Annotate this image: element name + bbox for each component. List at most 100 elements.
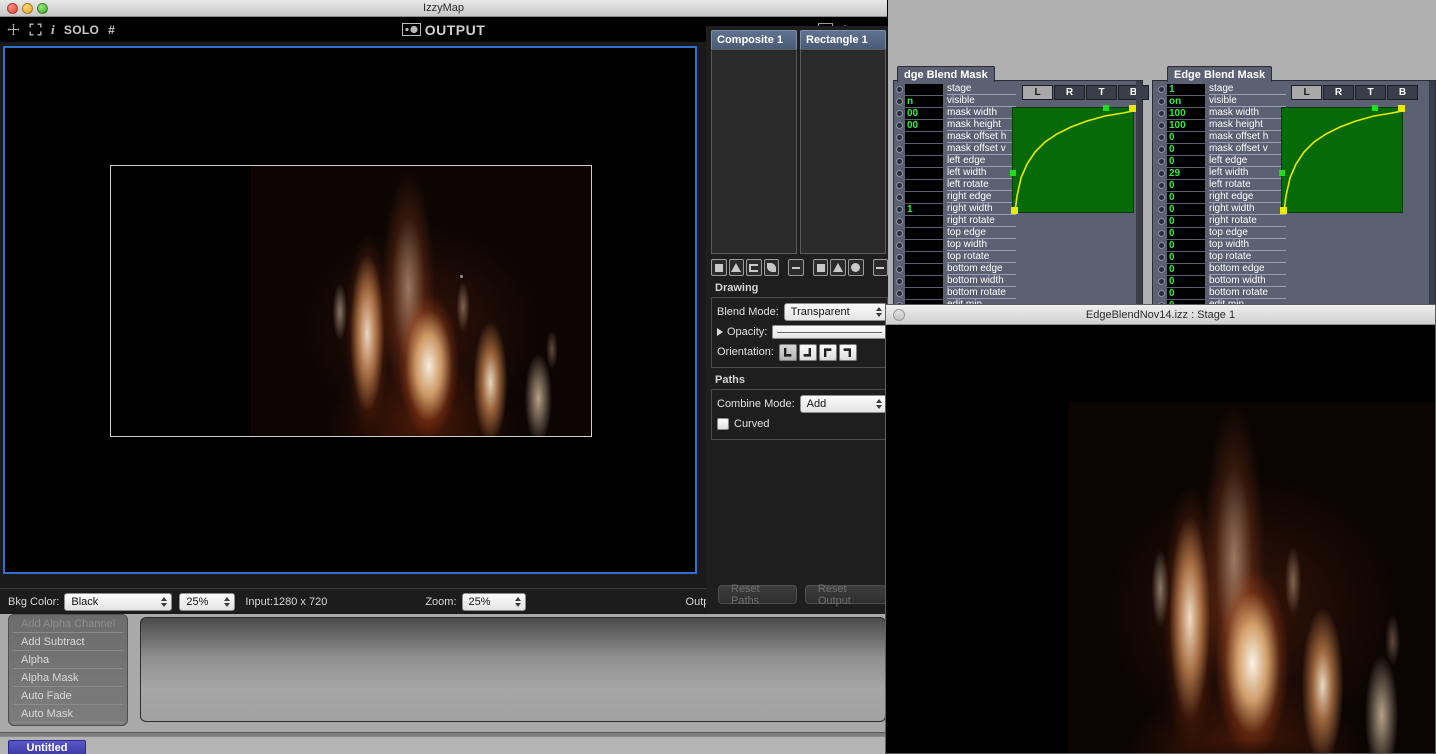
orientation-bottom-right-icon[interactable] xyxy=(798,343,817,361)
list-item[interactable]: Auto Mask xyxy=(13,705,123,723)
param-row[interactable]: 0 bottom width xyxy=(1156,275,1286,287)
param-dot-icon[interactable] xyxy=(1158,277,1165,285)
param-value[interactable]: 0 xyxy=(1167,143,1205,155)
zoom-select[interactable]: 25% xyxy=(461,592,526,611)
reset-paths-button[interactable]: Reset Paths xyxy=(718,583,797,607)
param-row[interactable]: top width xyxy=(894,239,1016,251)
param-dot-icon[interactable] xyxy=(896,217,903,225)
opacity-slider[interactable] xyxy=(772,325,887,339)
edge-tab-right[interactable]: R xyxy=(1323,85,1354,100)
param-row[interactable]: 0 mask offset v xyxy=(1156,143,1286,155)
param-row[interactable]: mask offset h xyxy=(894,131,1016,143)
param-value[interactable] xyxy=(905,215,943,227)
param-value[interactable]: 0 xyxy=(1167,155,1205,167)
param-dot-icon[interactable] xyxy=(896,109,903,117)
param-value[interactable]: 00 xyxy=(905,119,943,131)
param-value[interactable]: 0 xyxy=(1167,275,1205,287)
edge-tab-left[interactable]: L xyxy=(1022,85,1053,100)
param-value[interactable] xyxy=(905,227,943,239)
param-value[interactable] xyxy=(905,191,943,203)
orientation-top-right-icon[interactable] xyxy=(838,343,857,361)
param-row[interactable]: n visible xyxy=(894,95,1016,107)
curve-handle-left[interactable] xyxy=(1279,170,1285,176)
list-item[interactable]: Alpha Mask xyxy=(13,669,123,687)
tab-untitled[interactable]: Untitled xyxy=(8,740,86,754)
edge-curve-editor-2[interactable] xyxy=(1279,105,1405,214)
layer-body-composite[interactable] xyxy=(711,49,797,254)
param-row[interactable]: 0 mask offset h xyxy=(1156,131,1286,143)
param-value[interactable] xyxy=(905,275,943,287)
edge-tab-bottom[interactable]: B xyxy=(1118,85,1149,100)
edge-tab-top[interactable]: T xyxy=(1355,85,1386,100)
param-value[interactable] xyxy=(905,83,943,95)
param-dot-icon[interactable] xyxy=(1158,169,1165,177)
curve-endpoint-end[interactable] xyxy=(1129,105,1136,112)
param-dot-icon[interactable] xyxy=(896,157,903,165)
leaf-icon[interactable] xyxy=(763,259,780,276)
param-row[interactable]: bottom width xyxy=(894,275,1016,287)
param-row[interactable]: 0 left edge xyxy=(1156,155,1286,167)
param-value[interactable]: 0 xyxy=(1167,227,1205,239)
param-dot-icon[interactable] xyxy=(896,241,903,249)
stage-canvas[interactable] xyxy=(886,325,1435,753)
param-dot-icon[interactable] xyxy=(1158,121,1165,129)
param-value[interactable] xyxy=(905,263,943,275)
param-value[interactable]: 0 xyxy=(1167,191,1205,203)
param-value[interactable]: 1 xyxy=(1167,83,1205,95)
param-value[interactable] xyxy=(905,131,943,143)
preview-frame[interactable] xyxy=(110,165,592,437)
param-value[interactable]: n xyxy=(905,95,943,107)
triangle-icon[interactable] xyxy=(830,259,846,276)
param-value[interactable] xyxy=(905,167,943,179)
param-value[interactable]: on xyxy=(1167,95,1205,107)
curve-handle-top[interactable] xyxy=(1103,105,1109,111)
param-value[interactable]: 0 xyxy=(1167,239,1205,251)
bkg-color-select[interactable]: Black xyxy=(64,592,173,611)
c-shape-icon[interactable] xyxy=(746,259,762,276)
param-dot-icon[interactable] xyxy=(1158,289,1165,297)
param-value[interactable] xyxy=(905,143,943,155)
param-row[interactable]: 0 bottom edge xyxy=(1156,263,1286,275)
panel-scrollbar-2[interactable] xyxy=(1429,81,1435,307)
param-dot-icon[interactable] xyxy=(896,205,903,213)
triangle-icon[interactable] xyxy=(728,259,745,276)
edge-curve-editor-1[interactable] xyxy=(1010,105,1136,214)
param-row[interactable]: 100 mask width xyxy=(1156,107,1286,119)
param-row[interactable]: 0 bottom rotate xyxy=(1156,287,1286,299)
layer-header-composite[interactable]: Composite 1 xyxy=(711,30,797,49)
param-value[interactable]: 0 xyxy=(1167,287,1205,299)
list-item[interactable]: Add Subtract xyxy=(13,633,123,651)
param-dot-icon[interactable] xyxy=(896,265,903,273)
param-dot-icon[interactable] xyxy=(1158,217,1165,225)
panel-scrollbar-1[interactable] xyxy=(1136,81,1142,307)
output-canvas[interactable] xyxy=(3,46,697,574)
param-row[interactable]: 0 left rotate xyxy=(1156,179,1286,191)
edge-blend-mask-title-2[interactable]: Edge Blend Mask xyxy=(1167,66,1273,82)
param-dot-icon[interactable] xyxy=(896,121,903,129)
param-value[interactable]: 100 xyxy=(1167,119,1205,131)
param-row[interactable]: 0 right width xyxy=(1156,203,1286,215)
param-dot-icon[interactable] xyxy=(1158,193,1165,201)
param-dot-icon[interactable] xyxy=(1158,241,1165,249)
curved-row[interactable]: Curved xyxy=(712,414,887,434)
param-row[interactable]: 0 right rotate xyxy=(1156,215,1286,227)
orientation-bottom-left-icon[interactable] xyxy=(778,343,797,361)
param-value[interactable] xyxy=(905,179,943,191)
param-row[interactable]: 100 mask height xyxy=(1156,119,1286,131)
param-value[interactable]: 0 xyxy=(1167,263,1205,275)
param-row[interactable]: right rotate xyxy=(894,215,1016,227)
param-dot-icon[interactable] xyxy=(1158,145,1165,153)
orientation-top-left-icon[interactable] xyxy=(818,343,837,361)
param-row[interactable]: left rotate xyxy=(894,179,1016,191)
param-value[interactable] xyxy=(905,287,943,299)
param-dot-icon[interactable] xyxy=(896,181,903,189)
param-dot-icon[interactable] xyxy=(896,289,903,297)
effects-list[interactable]: Add Alpha Channel Add Subtract Alpha Alp… xyxy=(8,614,128,726)
param-dot-icon[interactable] xyxy=(896,193,903,201)
square-icon[interactable] xyxy=(711,259,727,276)
curve-handle-left[interactable] xyxy=(1010,170,1016,176)
square-icon[interactable] xyxy=(812,259,829,276)
reset-output-button[interactable]: Reset Output xyxy=(804,583,888,607)
edge-tab-top[interactable]: T xyxy=(1086,85,1117,100)
param-value[interactable]: 0 xyxy=(1167,131,1205,143)
